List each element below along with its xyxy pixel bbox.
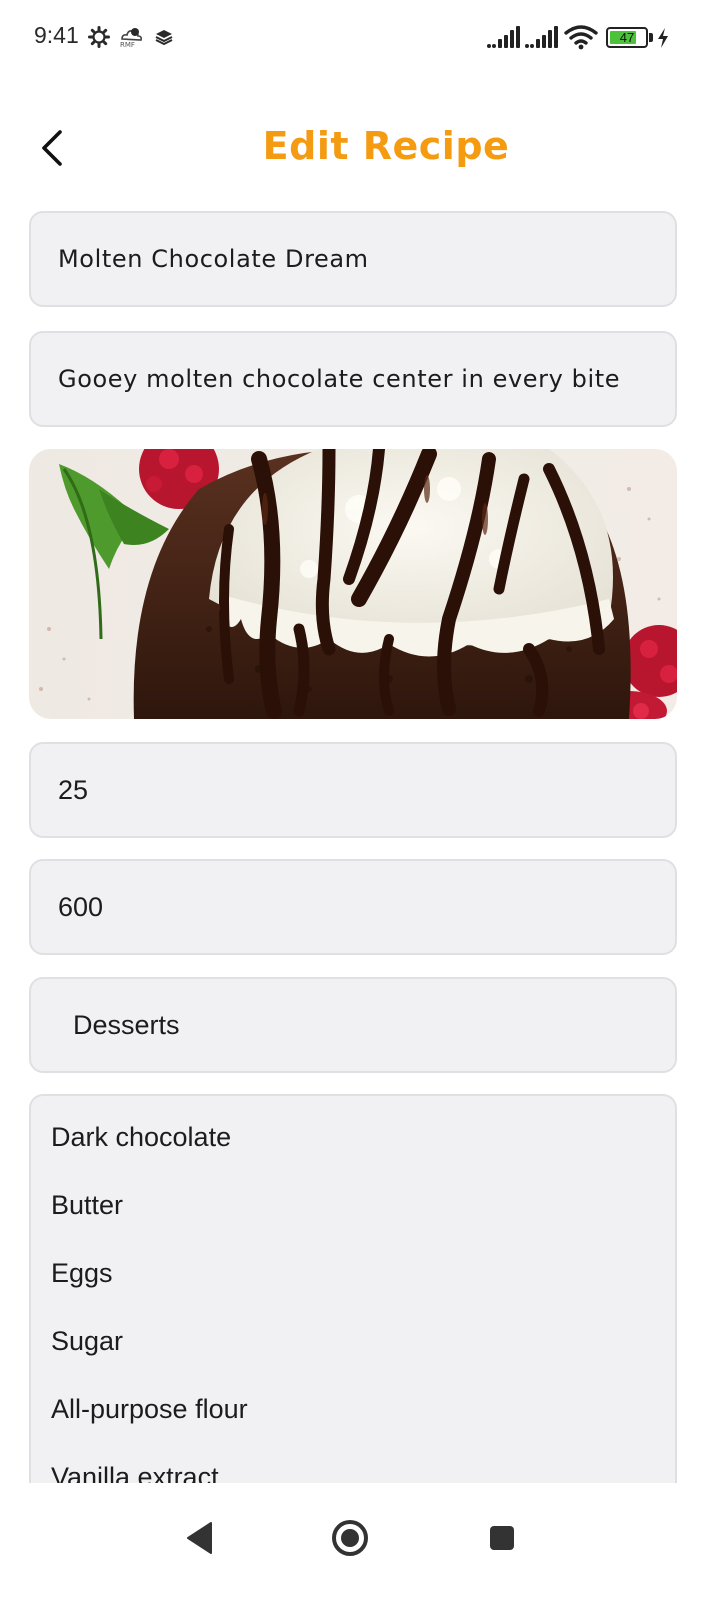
cooking-time-field[interactable] (29, 742, 677, 838)
calories-input[interactable] (31, 861, 675, 953)
battery-level: 47 (619, 30, 635, 45)
category-select[interactable]: Desserts (29, 977, 677, 1073)
nav-home-button[interactable] (315, 1503, 385, 1573)
battery-cap (649, 33, 653, 42)
back-triangle-icon[interactable] (185, 1521, 215, 1555)
ingredient-item[interactable]: Butter (51, 1190, 123, 1221)
charging-icon (658, 28, 668, 48)
navigation-bar (0, 1483, 720, 1600)
cooking-time-input[interactable] (31, 744, 675, 836)
ingredient-item[interactable]: Dark chocolate (51, 1122, 231, 1153)
recipe-description-input[interactable] (31, 333, 675, 425)
status-time: 9:41 (34, 22, 79, 48)
category-value: Desserts (73, 1009, 180, 1040)
signal-icon (525, 26, 558, 48)
recents-square-icon[interactable] (487, 1523, 517, 1553)
recipe-description-field[interactable] (29, 331, 677, 427)
wifi-icon (564, 25, 598, 50)
recipe-image[interactable] (29, 449, 677, 719)
ingredient-item[interactable]: All-purpose flour (51, 1394, 248, 1425)
recipe-photo[interactable] (29, 449, 677, 719)
layers-icon (152, 24, 176, 50)
status-bar: 9:41 RMF 47 (0, 0, 720, 76)
svg-text:RMF: RMF (120, 41, 135, 49)
recipe-name-input[interactable] (31, 213, 675, 305)
gear-icon (86, 24, 112, 50)
page-title: Edit Recipe (262, 124, 510, 168)
nav-back-button[interactable] (165, 1503, 235, 1573)
calories-field[interactable] (29, 859, 677, 955)
ingredients-list[interactable]: Dark chocolate Butter Eggs Sugar All-pur… (29, 1094, 677, 1514)
home-circle-icon[interactable] (330, 1518, 370, 1558)
signal-icon (487, 26, 520, 48)
ingredient-item[interactable]: Sugar (51, 1326, 123, 1357)
recipe-name-field[interactable] (29, 211, 677, 307)
nav-recents-button[interactable] (467, 1503, 537, 1573)
ingredient-item[interactable]: Eggs (51, 1258, 113, 1289)
battery-icon: 47 (606, 27, 648, 48)
cloud-icon: RMF (118, 24, 144, 50)
